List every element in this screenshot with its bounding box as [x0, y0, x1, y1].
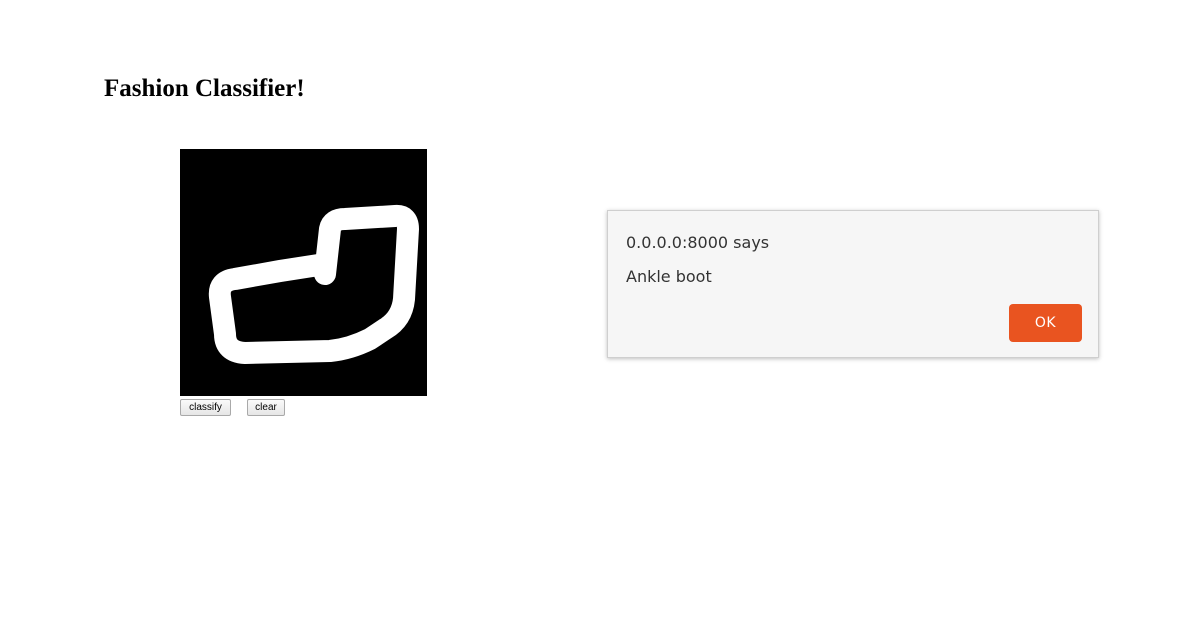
clear-button[interactable]: clear [247, 399, 285, 416]
ok-button[interactable]: OK [1009, 304, 1082, 342]
alert-message: Ankle boot [626, 267, 712, 286]
classify-button[interactable]: classify [180, 399, 231, 416]
page-title: Fashion Classifier! [104, 75, 305, 102]
alert-origin: 0.0.0.0:8000 says [626, 233, 770, 252]
alert-dialog: 0.0.0.0:8000 says Ankle boot OK [607, 210, 1099, 358]
drawing-stroke [208, 204, 419, 364]
drawing-canvas[interactable] [180, 149, 427, 396]
